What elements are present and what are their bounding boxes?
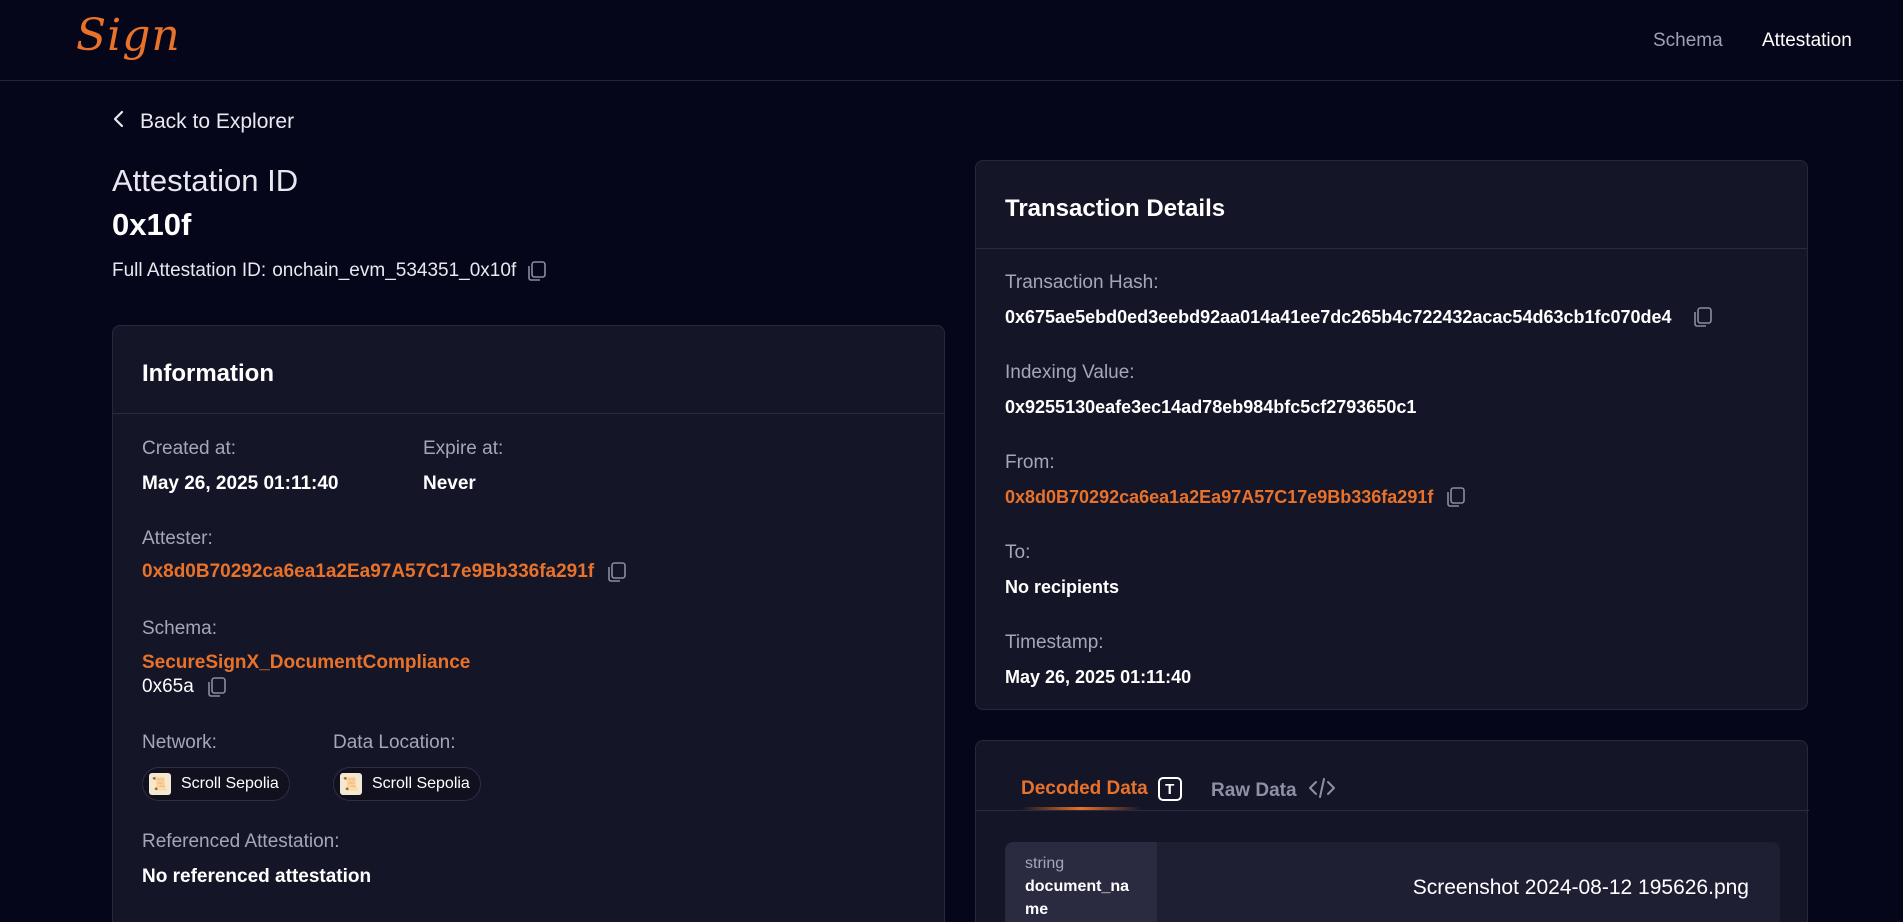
transaction-hash-row: 0x675ae5ebd0ed3eebd92aa014a41ee7dc265b4c…	[1005, 306, 1714, 328]
tab-raw-data[interactable]: Raw Data	[1211, 777, 1337, 805]
schema-id-row: 0x65a	[142, 676, 228, 698]
network-label: Network:	[142, 732, 217, 753]
data-location-label: Data Location:	[333, 732, 456, 753]
code-icon	[1307, 777, 1337, 805]
information-card-header: Information	[113, 326, 944, 414]
schema-name-link[interactable]: SecureSignX_DocumentCompliance	[142, 652, 470, 674]
nav-schema-link[interactable]: Schema	[1653, 30, 1723, 52]
data-location-value: Scroll Sepolia	[372, 775, 470, 792]
full-id-label: Full Attestation ID:	[112, 260, 267, 281]
back-label: Back to Explorer	[140, 110, 295, 133]
indexing-value-label: Indexing Value:	[1005, 362, 1135, 383]
nav-attestation-link[interactable]: Attestation	[1762, 30, 1852, 52]
data-location-chip: 📜 Scroll Sepolia	[333, 767, 481, 801]
from-row: 0x8d0B70292ca6ea1a2Ea97A57C17e9Bb336fa29…	[1005, 486, 1467, 508]
data-tabs: Decoded Data T Raw Data	[976, 741, 1809, 811]
created-at-value: May 26, 2025 01:11:40	[142, 473, 339, 494]
from-label: From:	[1005, 452, 1055, 473]
created-at-label: Created at:	[142, 438, 236, 459]
copy-icon[interactable]	[206, 676, 228, 698]
top-navbar: Sign Schema Attestation	[0, 0, 1903, 81]
decoded-field-key: string document_name	[1005, 842, 1157, 922]
attester-address-link[interactable]: 0x8d0B70292ca6ea1a2Ea97A57C17e9Bb336fa29…	[142, 561, 594, 583]
transaction-card-header: Transaction Details	[976, 161, 1807, 249]
field-value: Screenshot 2024-08-12 195626.png	[1412, 876, 1749, 899]
transaction-hash-value: 0x675ae5ebd0ed3eebd92aa014a41ee7dc265b4c…	[1005, 306, 1672, 327]
copy-icon[interactable]	[606, 561, 628, 583]
information-title: Information	[142, 360, 274, 387]
field-type: string	[1025, 855, 1065, 872]
full-id-value: onchain_evm_534351_0x10f	[272, 260, 517, 281]
copy-icon[interactable]	[1692, 306, 1714, 328]
chevron-left-icon	[112, 110, 126, 134]
text-type-icon: T	[1157, 777, 1182, 801]
to-label: To:	[1005, 542, 1031, 563]
attester-row: 0x8d0B70292ca6ea1a2Ea97A57C17e9Bb336fa29…	[142, 561, 628, 583]
expire-at-label: Expire at:	[423, 438, 504, 459]
information-card: Information Created at: May 26, 2025 01:…	[112, 325, 945, 922]
tab-raw-label: Raw Data	[1211, 780, 1297, 801]
decoded-data-row: string document_name Screenshot 2024-08-…	[1005, 842, 1780, 922]
tab-decoded-data[interactable]: Decoded Data T	[1021, 777, 1182, 801]
schema-id: 0x65a	[142, 676, 194, 697]
referenced-attestation-value: No referenced attestation	[142, 866, 372, 887]
transaction-hash-label: Transaction Hash:	[1005, 272, 1159, 293]
referenced-attestation-label: Referenced Attestation:	[142, 831, 340, 852]
attester-label: Attester:	[142, 528, 213, 549]
schema-label: Schema:	[142, 618, 217, 639]
full-attestation-id: Full Attestation ID: onchain_evm_534351_…	[112, 260, 548, 282]
page-title: Attestation ID	[112, 163, 299, 198]
indexing-value: 0x9255130eafe3ec14ad78eb984bfc5cf2793650…	[1005, 397, 1417, 417]
active-tab-indicator	[1021, 807, 1141, 810]
timestamp-label: Timestamp:	[1005, 632, 1104, 653]
from-address-link[interactable]: 0x8d0B70292ca6ea1a2Ea97A57C17e9Bb336fa29…	[1005, 487, 1433, 508]
network-value: Scroll Sepolia	[181, 775, 279, 792]
field-name: document_name	[1025, 878, 1130, 918]
back-to-explorer-link[interactable]: Back to Explorer	[112, 110, 294, 134]
to-value: No recipients	[1005, 577, 1120, 597]
attestation-id: 0x10f	[112, 207, 192, 242]
transaction-details-card: Transaction Details Transaction Hash: 0x…	[975, 160, 1808, 710]
network-chip: 📜 Scroll Sepolia	[142, 767, 290, 801]
tab-decoded-label: Decoded Data	[1021, 778, 1148, 799]
transaction-title: Transaction Details	[1005, 195, 1226, 222]
scroll-icon: 📜	[149, 773, 171, 795]
copy-icon[interactable]	[1445, 486, 1467, 508]
copy-icon[interactable]	[526, 260, 548, 282]
scroll-icon: 📜	[340, 773, 362, 795]
timestamp-value: May 26, 2025 01:11:40	[1005, 667, 1192, 687]
attestation-data-card: Decoded Data T Raw Data string document_…	[975, 740, 1809, 922]
expire-at-value: Never	[423, 473, 476, 494]
sign-logo[interactable]: Sign	[76, 10, 181, 61]
